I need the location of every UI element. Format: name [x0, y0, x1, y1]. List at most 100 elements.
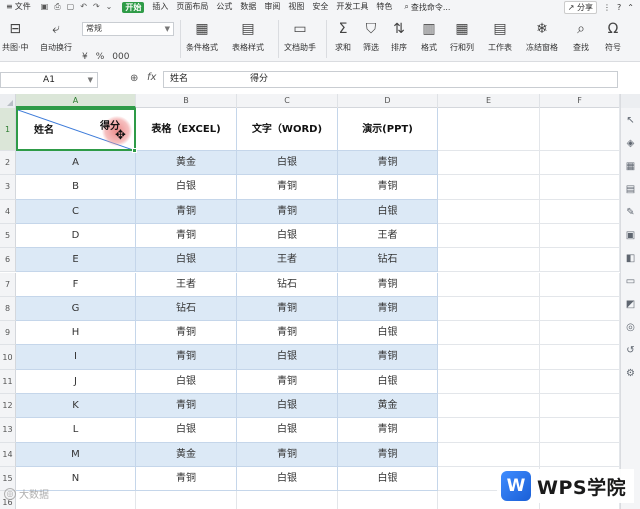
empty-cell[interactable]: [540, 394, 620, 419]
row-header-12[interactable]: 12: [0, 394, 16, 419]
empty-cell[interactable]: [136, 491, 237, 509]
empty-cell[interactable]: [540, 175, 620, 200]
sort-button[interactable]: ⇅ 排序: [390, 20, 408, 53]
help-icon[interactable]: ?: [617, 3, 621, 12]
zoom-icon[interactable]: ⊕: [130, 73, 138, 84]
empty-cell[interactable]: [438, 369, 540, 394]
active-cell-a1[interactable]: 姓名 得分 ✥: [16, 108, 136, 151]
empty-cell[interactable]: [438, 394, 540, 419]
data-cell-col-b[interactable]: 青铜: [136, 394, 237, 419]
undo-icon[interactable]: ↶: [80, 2, 87, 12]
format-button[interactable]: ▥ 格式: [420, 20, 438, 53]
tab-page-layout[interactable]: 页面布局: [172, 0, 212, 14]
data-cell-col-c[interactable]: 白银: [237, 223, 338, 249]
tools-icon[interactable]: ⚙: [626, 367, 635, 381]
data-cell-col-d[interactable]: 青铜: [338, 345, 438, 370]
data-cell-col-b[interactable]: 青铜: [136, 199, 237, 224]
empty-cell[interactable]: [438, 272, 540, 297]
data-cell-col-d[interactable]: 青铜: [338, 272, 438, 297]
data-cell-col-b[interactable]: 青铜: [136, 466, 237, 492]
header-cell-col-c[interactable]: 文字（WORD): [237, 108, 338, 151]
empty-cell[interactable]: [540, 418, 620, 443]
data-cell-col-a[interactable]: A: [16, 151, 136, 176]
filter-button[interactable]: ⛉ 筛选: [362, 20, 380, 53]
empty-cell[interactable]: [540, 345, 620, 370]
tab-security[interactable]: 安全: [308, 0, 332, 14]
tab-view[interactable]: 视图: [284, 0, 308, 14]
row-header-10[interactable]: 10: [0, 345, 16, 370]
empty-cell[interactable]: [540, 272, 620, 297]
empty-cell[interactable]: [237, 491, 338, 509]
empty-cell[interactable]: [438, 345, 540, 370]
doc-assistant-button[interactable]: ▭ 文档助手: [284, 20, 316, 53]
empty-cell[interactable]: [438, 418, 540, 443]
data-cell-col-c[interactable]: 青铜: [237, 296, 338, 322]
table-style-button[interactable]: ▤ 表格样式: [232, 20, 264, 53]
data-cell-col-d[interactable]: 黄金: [338, 394, 438, 419]
empty-cell[interactable]: [540, 223, 620, 249]
empty-cell[interactable]: [540, 199, 620, 224]
data-cell-col-d[interactable]: 青铜: [338, 418, 438, 443]
data-cell-col-d[interactable]: 钻石: [338, 248, 438, 273]
empty-cell[interactable]: [438, 223, 540, 249]
table-icon[interactable]: ▤: [626, 183, 635, 197]
row-header-7[interactable]: 7: [0, 272, 16, 297]
empty-cell[interactable]: [438, 296, 540, 322]
data-cell-col-b[interactable]: 青铜: [136, 345, 237, 370]
file-menu[interactable]: ≡ 文件: [0, 0, 35, 14]
tab-special[interactable]: 特色: [372, 0, 396, 14]
data-cell-col-c[interactable]: 白银: [237, 345, 338, 370]
row-header-4[interactable]: 4: [0, 199, 16, 224]
chevron-down-icon[interactable]: ⌄: [106, 2, 113, 12]
empty-cell[interactable]: [338, 491, 438, 509]
data-cell-col-b[interactable]: 青铜: [136, 321, 237, 346]
shape-icon[interactable]: ◩: [626, 298, 635, 312]
row-header-1[interactable]: 1: [0, 108, 16, 151]
data-cell-col-a[interactable]: F: [16, 272, 136, 297]
data-cell-col-a[interactable]: I: [16, 345, 136, 370]
data-cell-col-d[interactable]: 白银: [338, 369, 438, 394]
empty-cell[interactable]: [540, 296, 620, 322]
tab-formulas[interactable]: 公式: [212, 0, 236, 14]
data-cell-col-d[interactable]: 青铜: [338, 296, 438, 322]
grid-icon[interactable]: ▦: [626, 160, 635, 174]
data-cell-col-a[interactable]: M: [16, 442, 136, 467]
data-cell-col-d[interactable]: 青铜: [338, 151, 438, 176]
target-icon[interactable]: ◎: [626, 321, 635, 335]
collapse-icon[interactable]: ⌃: [627, 3, 634, 12]
empty-cell[interactable]: [540, 108, 620, 151]
image-icon[interactable]: ▣: [626, 229, 635, 243]
preview-icon[interactable]: ▢: [67, 2, 75, 12]
data-cell-col-a[interactable]: C: [16, 199, 136, 224]
header-cell-col-b[interactable]: 表格（EXCEL): [136, 108, 237, 151]
empty-cell[interactable]: [438, 151, 540, 176]
merge-center-button[interactable]: ⊟ 共图·中: [2, 20, 29, 53]
data-cell-col-a[interactable]: H: [16, 321, 136, 346]
number-format-select[interactable]: 常规 ▼: [82, 22, 174, 36]
header-cell-col-d[interactable]: 演示(PPT): [338, 108, 438, 151]
empty-cell[interactable]: [438, 442, 540, 467]
data-cell-col-d[interactable]: 白银: [338, 321, 438, 346]
data-cell-col-d[interactable]: 白银: [338, 199, 438, 224]
row-header-11[interactable]: 11: [0, 369, 16, 394]
tab-insert[interactable]: 插入: [148, 0, 172, 14]
data-cell-col-d[interactable]: 青铜: [338, 442, 438, 467]
data-cell-col-c[interactable]: 青铜: [237, 369, 338, 394]
tab-review[interactable]: 审阅: [260, 0, 284, 14]
data-cell-col-b[interactable]: 王者: [136, 272, 237, 297]
currency-button[interactable]: ¥: [82, 52, 88, 62]
row-header-5[interactable]: 5: [0, 223, 16, 249]
tab-start[interactable]: 开始: [122, 1, 145, 13]
empty-cell[interactable]: [438, 175, 540, 200]
column-header-f[interactable]: F: [540, 94, 620, 108]
empty-cell[interactable]: [438, 321, 540, 346]
save-icon[interactable]: ▣: [41, 2, 49, 12]
name-box[interactable]: A1 ▼: [0, 72, 98, 88]
data-cell-col-a[interactable]: K: [16, 394, 136, 419]
row-header-6[interactable]: 6: [0, 248, 16, 273]
data-cell-col-a[interactable]: B: [16, 175, 136, 200]
data-cell-col-c[interactable]: 白银: [237, 466, 338, 492]
data-cell-col-c[interactable]: 青铜: [237, 175, 338, 200]
column-header-b[interactable]: B: [136, 94, 237, 108]
data-cell-col-c[interactable]: 王者: [237, 248, 338, 273]
